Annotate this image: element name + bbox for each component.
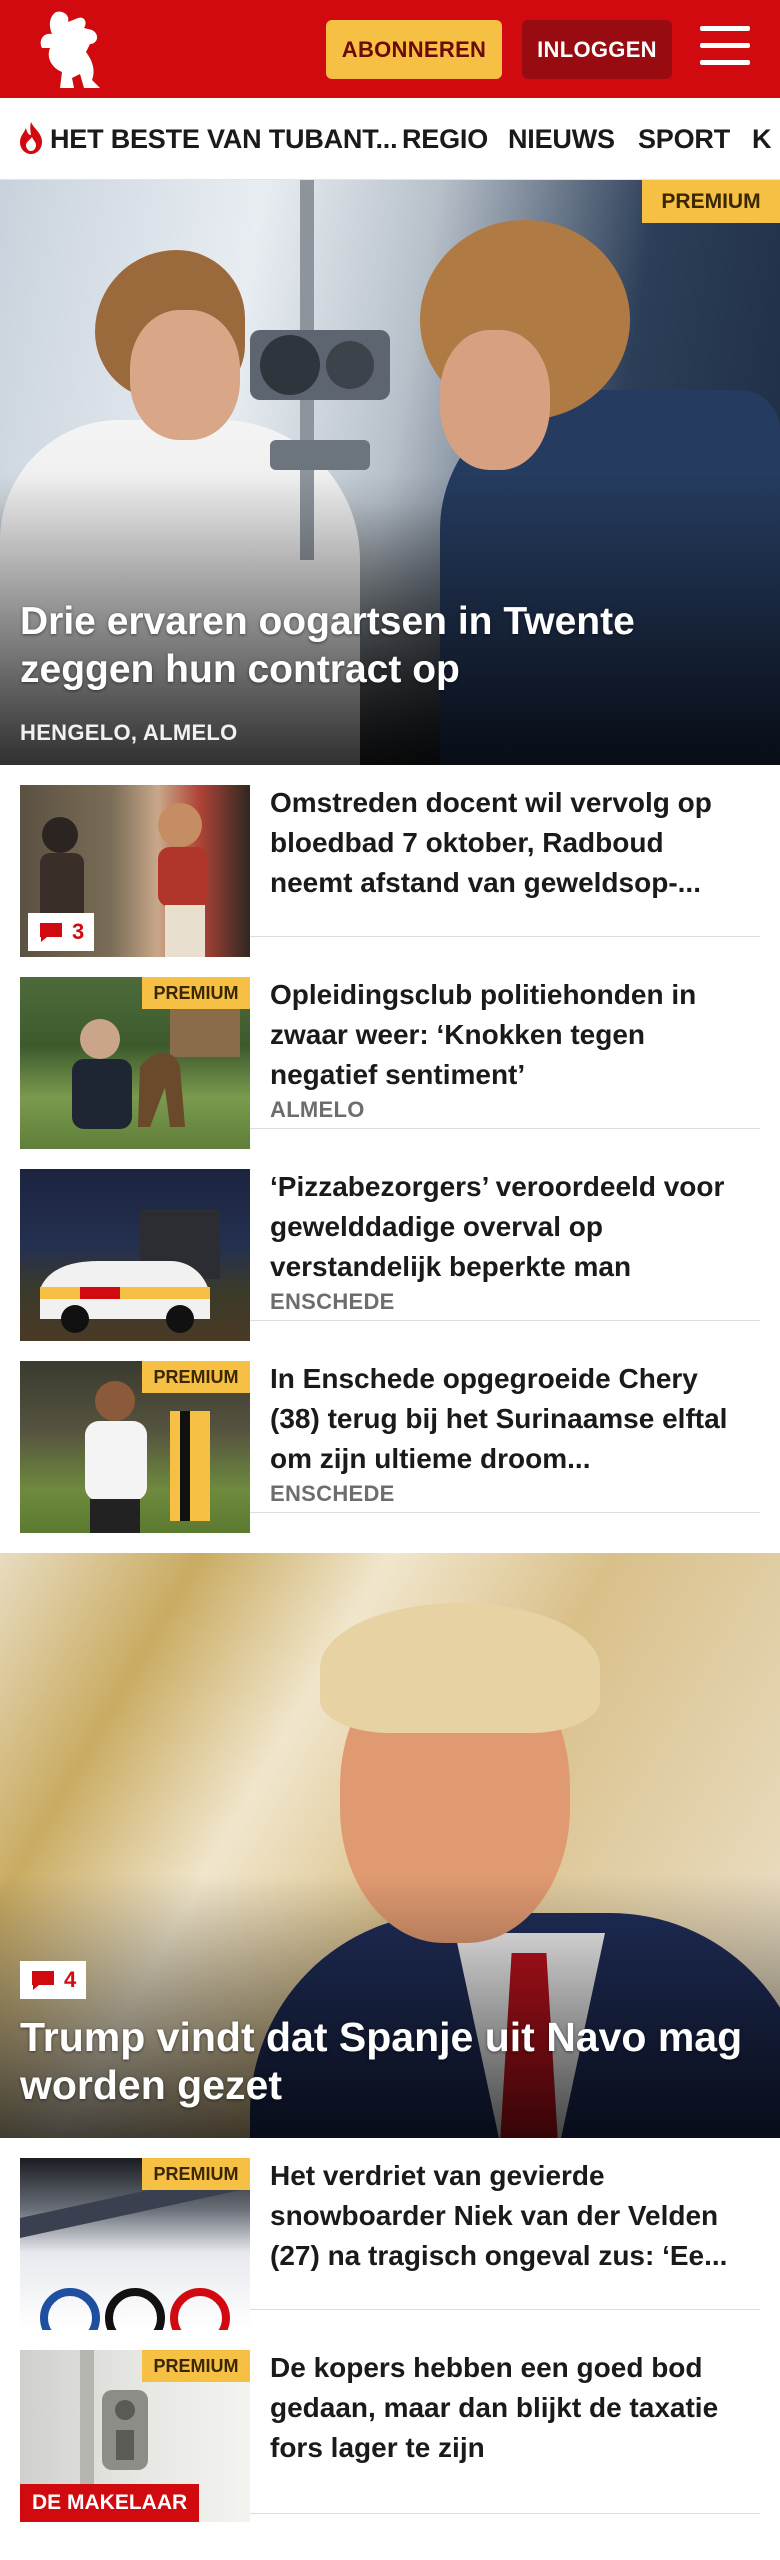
article-row[interactable]: PREMIUM Opleidingsclub politiehonden in …	[20, 957, 760, 1149]
nav-item-nieuws[interactable]: NIEUWS	[508, 98, 615, 179]
comment-icon	[40, 923, 62, 942]
article-title: Het verdriet van gevierde snowboarder Ni…	[270, 2160, 728, 2271]
menu-icon[interactable]	[700, 26, 752, 72]
comment-count-badge: 4	[20, 1961, 87, 1999]
article-title: Omstreden docent wil vervolg op bloedbad…	[270, 787, 712, 898]
nav-item-k[interactable]: K	[752, 98, 772, 179]
article-title: De kopers hebben een goed bod gedaan, ma…	[270, 2352, 719, 2463]
section-nav: HET BESTE VAN TUBANT... REGIO NIEUWS SPO…	[0, 98, 780, 180]
tubantia-horse-logo[interactable]	[34, 8, 110, 92]
nav-item-het-beste[interactable]: HET BESTE VAN TUBANT...	[16, 98, 398, 179]
article-thumbnail: PREMIUM	[20, 1361, 250, 1533]
article-title: ‘Pizzabezorgers’ veroordeeld voor geweld…	[270, 1171, 725, 1282]
brand-label-badge: DE MAKELAAR	[20, 2484, 200, 2522]
article-thumbnail: PREMIUM DE MAKELAAR	[20, 2350, 250, 2522]
article-location: ALMELO	[270, 1097, 365, 1122]
comment-icon	[32, 1971, 54, 1990]
comment-count-badge: 3	[28, 913, 95, 951]
comment-count: 4	[64, 1967, 77, 1992]
article-row[interactable]: PREMIUM In Enschede opgegroeide Chery (3…	[20, 1341, 760, 1533]
nav-item-sport[interactable]: SPORT	[638, 98, 730, 179]
premium-badge: PREMIUM	[142, 977, 250, 1009]
hero-title: Trump vindt dat Spanje uit Navo mag word…	[20, 2014, 743, 2108]
article-location: ENSCHEDE	[270, 1289, 395, 1314]
article-thumbnail: PREMIUM	[20, 2158, 250, 2330]
nav-item-regio[interactable]: REGIO	[402, 98, 488, 179]
premium-badge: PREMIUM	[142, 1361, 250, 1393]
article-title: In Enschede opgegroeide Chery (38) terug…	[270, 1363, 728, 1474]
article-row[interactable]: PREMIUM Het verdriet van gevierde snowbo…	[20, 2138, 760, 2330]
premium-badge: PREMIUM	[642, 180, 780, 223]
flame-icon	[20, 121, 42, 154]
article-location: ENSCHEDE	[270, 1481, 395, 1506]
subscribe-button[interactable]: ABONNEREN	[326, 20, 502, 79]
premium-badge: PREMIUM	[142, 2158, 250, 2190]
article-row[interactable]: PREMIUM DE MAKELAAR De kopers hebben een…	[20, 2330, 760, 2522]
article-thumbnail: PREMIUM	[20, 977, 250, 1149]
comment-count: 3	[72, 919, 85, 944]
hero-title: Drie ervaren oogartsen in Twente zeggen …	[20, 600, 635, 691]
nav-item-label: HET BESTE VAN TUBANT...	[50, 124, 398, 154]
hero-location: HENGELO, ALMELO	[20, 720, 238, 745]
article-thumbnail: 3	[20, 785, 250, 957]
top-header: ABONNEREN INLOGGEN	[0, 0, 780, 98]
article-thumbnail	[20, 1169, 250, 1341]
login-button[interactable]: INLOGGEN	[522, 20, 672, 79]
premium-badge: PREMIUM	[142, 2350, 250, 2382]
article-title: Opleidingsclub politiehonden in zwaar we…	[270, 979, 697, 1090]
hero-article-trump[interactable]: 4 Trump vindt dat Spanje uit Navo mag wo…	[0, 1553, 780, 2138]
hero-article-oogartsen[interactable]: PREMIUM Drie ervaren oogartsen in Twente…	[0, 180, 780, 765]
article-row[interactable]: 3 Omstreden docent wil vervolg op bloedb…	[20, 765, 760, 957]
article-row[interactable]: ‘Pizzabezorgers’ veroordeeld voor geweld…	[20, 1149, 760, 1341]
